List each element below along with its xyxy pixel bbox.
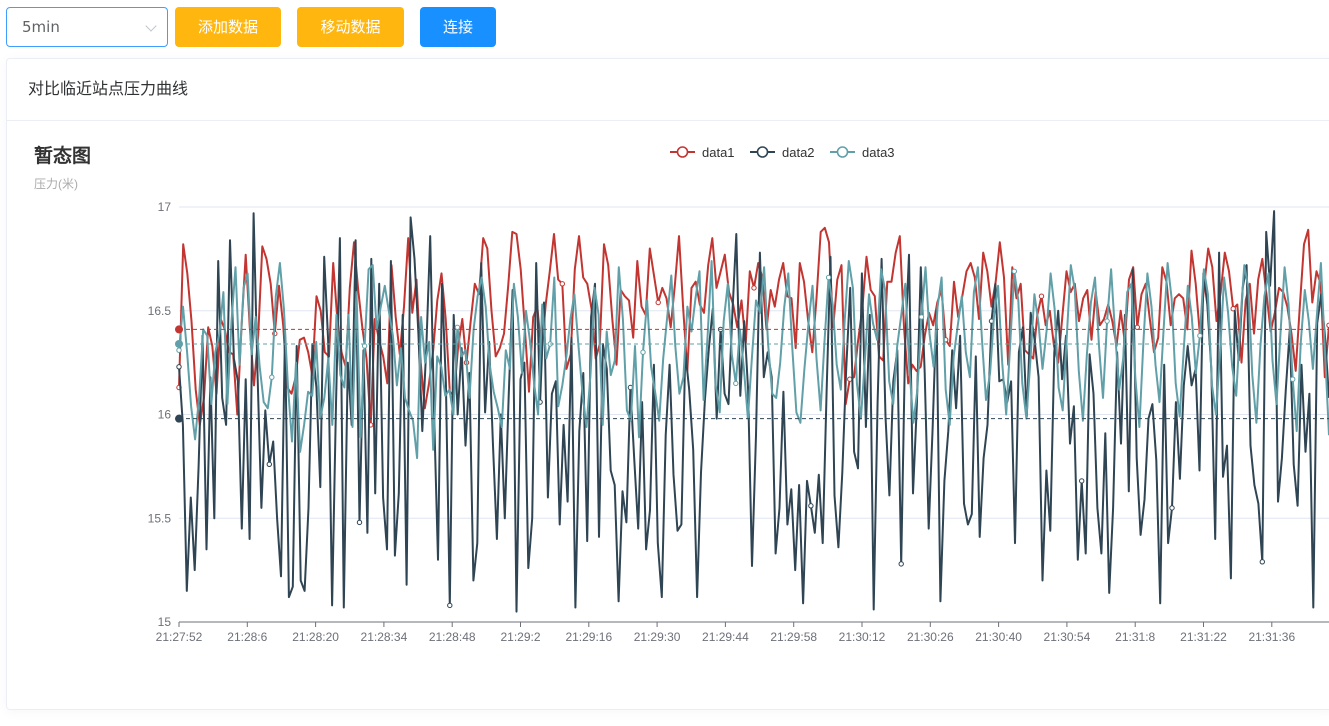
x-tick-label: 21:28:34 (361, 630, 408, 644)
data-point-data1 (1134, 324, 1141, 330)
legend-circle-icon (756, 146, 769, 158)
y-tick-label: 15.5 (148, 511, 172, 525)
x-tick-label: 21:31:8 (1115, 630, 1155, 644)
data-point-data3 (1104, 318, 1110, 324)
y-tick-label: 16 (158, 408, 172, 422)
y-tick-label: 16.5 (148, 304, 172, 318)
data-point-data3 (733, 380, 739, 387)
x-tick-label: 21:30:12 (839, 630, 886, 644)
y-tick-label: 17 (158, 200, 172, 214)
data-point-data3 (640, 349, 646, 355)
data-point-data2 (176, 364, 182, 370)
x-tick-label: 21:31:36 (1248, 630, 1295, 644)
x-tick-label: 21:31:22 (1180, 630, 1227, 644)
x-tick-label: 21:29:58 (770, 630, 817, 644)
x-tick-label: 21:30:26 (907, 630, 954, 644)
legend-item-data2[interactable]: data2 (750, 145, 815, 160)
data-point-data1 (655, 299, 661, 306)
x-tick-label: 21:29:44 (702, 630, 749, 644)
legend-item-data1[interactable]: data1 (670, 145, 735, 160)
legend-item-data3[interactable]: data3 (830, 145, 895, 160)
data-point-data2 (1259, 559, 1266, 565)
x-axis-ticks: 21:27:52 21:28:6 21:28:20 21:28:34 21:28:48 2… (156, 622, 1295, 644)
data-point-data2 (1079, 478, 1085, 484)
legend[interactable]: data1 data2 data3 (670, 145, 895, 160)
y-axis-ticks: 15 15.5 16 16.5 17 (148, 200, 172, 629)
data-point-data1 (1038, 293, 1045, 299)
data-point-data3 (918, 314, 925, 320)
x-tick-label: 21:30:40 (975, 630, 1022, 644)
data-point-data3 (454, 324, 461, 330)
data-point-data3 (361, 343, 368, 349)
data-point-data1 (559, 281, 565, 287)
series-lines (176, 210, 1329, 613)
data-point-data2 (808, 503, 814, 509)
x-tick-label: 21:27:52 (156, 630, 203, 644)
legend-circle-icon (836, 146, 849, 158)
data-point-data2 (356, 519, 363, 526)
y-tick-label: 15 (158, 615, 172, 629)
chart-title: 暂态图 (34, 144, 91, 167)
pressure-chart: 暂态图 压力(米) 15 15.5 16 16.5 17 21:27:52 21:28:6… (34, 144, 1329, 644)
data-point-data3 (1011, 268, 1017, 274)
data-point-data2 (447, 602, 453, 609)
x-tick-label: 21:28:20 (292, 630, 339, 644)
mean-marker-data3 (175, 339, 183, 348)
legend-label: data3 (862, 145, 895, 160)
legend-circle-icon (676, 146, 689, 158)
data-point-data1 (751, 285, 757, 291)
x-tick-label: 21:29:30 (634, 630, 681, 644)
data-point-data2 (898, 561, 904, 567)
data-point-data3 (1197, 333, 1203, 339)
legend-label: data1 (702, 145, 735, 160)
data-point-data2 (1169, 505, 1175, 511)
x-tick-label: 21:29:16 (565, 630, 612, 644)
data-point-data2 (266, 461, 272, 467)
data-point-data3 (1290, 376, 1296, 382)
x-tick-label: 21:29:2 (500, 630, 540, 644)
y-axis-label: 压力(米) (34, 177, 78, 191)
legend-label: data2 (782, 145, 815, 160)
x-tick-label: 21:28:48 (429, 630, 476, 644)
x-tick-label: 21:28:6 (227, 630, 267, 644)
mean-marker-data2 (175, 414, 183, 423)
data-point-data3 (269, 374, 275, 380)
x-tick-label: 21:30:54 (1044, 630, 1091, 644)
data-point-data3 (176, 347, 182, 353)
mean-marker-data1 (175, 325, 183, 334)
data-point-data3 (825, 274, 832, 281)
